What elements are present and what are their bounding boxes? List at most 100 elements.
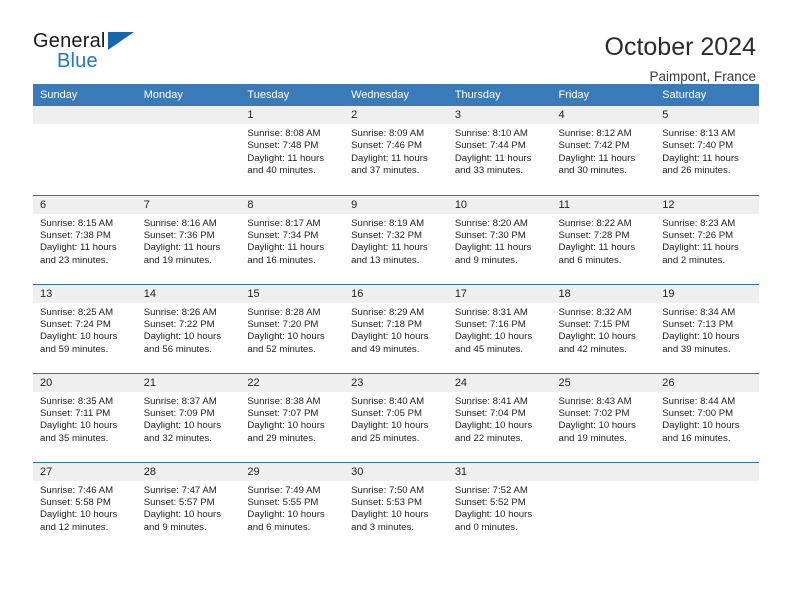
- calendar-day-cell[interactable]: 20 Sunrise: 8:35 AM Sunset: 7:11 PM Dayligh…: [33, 372, 137, 462]
- sunset-time: Sunset: 7:30 PM: [454, 229, 526, 241]
- daylight-duration-line2: and 23 minutes.: [40, 254, 109, 266]
- calendar-day-cell[interactable]: 5 Sunrise: 8:13 AM Sunset: 7:40 PM Daylight…: [655, 106, 759, 195]
- day-number: 26: [655, 373, 759, 392]
- calendar-day-cell[interactable]: 9 Sunrise: 8:19 AM Sunset: 7:32 PM Daylight…: [344, 194, 448, 284]
- calendar-day-cell[interactable]: 27 Sunrise: 7:46 AM Sunset: 5:58 PM Dayligh…: [33, 461, 137, 551]
- calendar-day-cell[interactable]: 15 Sunrise: 8:28 AM Sunset: 7:20 PM Dayligh…: [240, 283, 345, 373]
- calendar-day-cell[interactable]: 10 Sunrise: 8:20 AM Sunset: 7:30 PM Dayligh…: [447, 194, 552, 284]
- day-number: 17: [447, 284, 552, 303]
- day-number: 4: [551, 106, 656, 124]
- daylight-duration-line2: and 6 minutes.: [247, 521, 311, 533]
- calendar-day-cell[interactable]: 24 Sunrise: 8:41 AM Sunset: 7:04 PM Dayligh…: [447, 372, 552, 462]
- daylight-duration-line2: and 13 minutes.: [351, 254, 420, 266]
- weekday-header-row: Sunday Monday Tuesday Wednesday Thursday…: [33, 84, 759, 106]
- calendar-day-cell[interactable]: 22 Sunrise: 8:38 AM Sunset: 7:07 PM Dayligh…: [240, 372, 345, 462]
- day-details: Sunrise: 8:26 AM Sunset: 7:22 PM Daylight:…: [137, 303, 241, 357]
- sunrise-time: Sunrise: 8:23 AM: [662, 217, 736, 229]
- calendar-day-cell[interactable]: 21 Sunrise: 8:37 AM Sunset: 7:09 PM Dayligh…: [136, 372, 241, 462]
- calendar-day-cell[interactable]: 14 Sunrise: 8:26 AM Sunset: 7:22 PM Dayligh…: [136, 283, 241, 373]
- daylight-duration-line2: and 33 minutes.: [454, 165, 524, 177]
- daylight-duration-line1: Daylight: 10 hours: [143, 331, 222, 343]
- calendar-day-cell[interactable]: 23 Sunrise: 8:40 AM Sunset: 7:05 PM Dayligh…: [344, 372, 448, 462]
- daylight-duration-line2: and 19 minutes.: [143, 254, 212, 266]
- day-details: Sunrise: 8:22 AM Sunset: 7:28 PM Daylight:…: [552, 214, 656, 268]
- daylight-duration-line2: and 3 minutes.: [351, 521, 415, 533]
- daylight-duration-line2: and 25 minutes.: [351, 432, 420, 444]
- daylight-duration-line1: Daylight: 11 hours: [351, 242, 428, 254]
- sunrise-time: Sunrise: 7:47 AM: [143, 484, 217, 496]
- calendar-day-cell[interactable]: 4 Sunrise: 8:12 AM Sunset: 7:42 PM Daylight…: [551, 106, 656, 195]
- daylight-duration-line1: Daylight: 10 hours: [247, 420, 325, 432]
- day-number: 12: [655, 195, 759, 214]
- calendar-cell-empty: [136, 106, 241, 195]
- day-details: Sunrise: 8:29 AM Sunset: 7:18 PM Daylight:…: [344, 303, 448, 357]
- calendar-cell-empty: [655, 461, 759, 551]
- daylight-duration-line2: and 6 minutes.: [558, 254, 622, 266]
- sunrise-time: Sunrise: 8:12 AM: [558, 128, 632, 139]
- calendar-day-cell[interactable]: 18 Sunrise: 8:32 AM Sunset: 7:15 PM Dayligh…: [551, 283, 656, 373]
- day-number: [655, 462, 759, 481]
- sunset-time: Sunset: 7:09 PM: [143, 407, 215, 419]
- day-details: Sunrise: 8:15 AM Sunset: 7:38 PM Daylight:…: [33, 214, 137, 268]
- daylight-duration-line1: Daylight: 10 hours: [454, 509, 533, 521]
- sunrise-time: Sunrise: 8:20 AM: [454, 217, 528, 229]
- daylight-duration-line1: Daylight: 11 hours: [558, 152, 636, 164]
- sunset-time: Sunset: 7:44 PM: [454, 140, 526, 152]
- calendar-day-cell[interactable]: 8 Sunrise: 8:17 AM Sunset: 7:34 PM Daylight…: [240, 194, 345, 284]
- sunrise-time: Sunrise: 7:50 AM: [351, 484, 425, 496]
- day-number: 16: [344, 284, 448, 303]
- daylight-duration-line1: Daylight: 10 hours: [558, 331, 636, 343]
- sunrise-time: Sunrise: 8:32 AM: [558, 306, 632, 318]
- day-number: 30: [344, 462, 448, 481]
- calendar-day-cell[interactable]: 11 Sunrise: 8:22 AM Sunset: 7:28 PM Dayligh…: [551, 194, 656, 284]
- calendar-day-cell[interactable]: 13 Sunrise: 8:25 AM Sunset: 7:24 PM Dayligh…: [33, 283, 137, 373]
- day-number: 27: [33, 462, 137, 481]
- calendar-day-cell[interactable]: 16 Sunrise: 8:29 AM Sunset: 7:18 PM Dayligh…: [344, 283, 448, 373]
- calendar-day-cell[interactable]: 12 Sunrise: 8:23 AM Sunset: 7:26 PM Dayligh…: [655, 194, 759, 284]
- calendar-day-cell[interactable]: 6 Sunrise: 8:15 AM Sunset: 7:38 PM Daylight…: [33, 194, 137, 284]
- daylight-duration-line1: Daylight: 10 hours: [454, 331, 533, 343]
- sunrise-time: Sunrise: 8:31 AM: [454, 306, 528, 318]
- daylight-duration-line1: Daylight: 11 hours: [558, 242, 636, 254]
- sunset-time: Sunset: 7:05 PM: [351, 407, 423, 419]
- calendar-day-cell[interactable]: 31 Sunrise: 7:52 AM Sunset: 5:52 PM Dayligh…: [447, 461, 552, 551]
- sunset-time: Sunset: 7:32 PM: [351, 229, 423, 241]
- calendar-day-cell[interactable]: 19 Sunrise: 8:34 AM Sunset: 7:13 PM Dayligh…: [655, 283, 759, 373]
- calendar-day-cell[interactable]: 17 Sunrise: 8:31 AM Sunset: 7:16 PM Dayligh…: [447, 283, 552, 373]
- daylight-duration-line2: and 29 minutes.: [247, 432, 316, 444]
- generalblue-logo[interactable]: General Blue: [33, 30, 151, 78]
- sunset-time: Sunset: 7:16 PM: [454, 318, 526, 330]
- calendar-week-row: 6 Sunrise: 8:15 AM Sunset: 7:38 PM Daylight…: [33, 194, 759, 284]
- day-number: 20: [33, 373, 137, 392]
- calendar-day-cell[interactable]: 25 Sunrise: 8:43 AM Sunset: 7:02 PM Dayligh…: [551, 372, 656, 462]
- sunrise-time: Sunrise: 8:09 AM: [351, 128, 425, 139]
- daylight-duration-line2: and 56 minutes.: [143, 343, 212, 355]
- day-details: Sunrise: 8:41 AM Sunset: 7:04 PM Daylight:…: [448, 392, 552, 446]
- calendar-day-cell[interactable]: 1 Sunrise: 8:08 AM Sunset: 7:48 PM Daylight…: [240, 106, 345, 195]
- day-number: [551, 462, 656, 481]
- daylight-duration-line1: Daylight: 10 hours: [143, 509, 222, 521]
- calendar-day-cell[interactable]: 28 Sunrise: 7:47 AM Sunset: 5:57 PM Dayligh…: [136, 461, 241, 551]
- day-details: Sunrise: 8:38 AM Sunset: 7:07 PM Daylight:…: [240, 392, 344, 446]
- day-details: Sunrise: 8:19 AM Sunset: 7:32 PM Daylight:…: [344, 214, 448, 268]
- logo-text-blue: Blue: [57, 50, 98, 72]
- day-number: 25: [551, 373, 656, 392]
- day-details: Sunrise: 8:40 AM Sunset: 7:05 PM Daylight:…: [344, 392, 448, 446]
- weekday-header-tuesday: Tuesday: [240, 84, 345, 106]
- day-number: 31: [447, 462, 552, 481]
- day-details: Sunrise: 8:37 AM Sunset: 7:09 PM Daylight:…: [137, 392, 241, 446]
- day-number: [136, 106, 241, 124]
- sunrise-time: Sunrise: 8:25 AM: [40, 306, 114, 318]
- calendar-day-cell[interactable]: 3 Sunrise: 8:10 AM Sunset: 7:44 PM Daylight…: [447, 106, 552, 195]
- day-details: Sunrise: 8:09 AM Sunset: 7:46 PM Daylight:…: [344, 124, 448, 178]
- day-details: Sunrise: 7:49 AM Sunset: 5:55 PM Daylight:…: [240, 481, 344, 535]
- sunrise-time: Sunrise: 8:15 AM: [40, 217, 114, 229]
- daylight-duration-line2: and 37 minutes.: [351, 165, 420, 177]
- calendar-day-cell[interactable]: 2 Sunrise: 8:09 AM Sunset: 7:46 PM Daylight…: [344, 106, 448, 195]
- daylight-duration-line2: and 2 minutes.: [662, 254, 726, 266]
- calendar-day-cell[interactable]: 7 Sunrise: 8:16 AM Sunset: 7:36 PM Daylight…: [136, 194, 241, 284]
- calendar-day-cell[interactable]: 26 Sunrise: 8:44 AM Sunset: 7:00 PM Dayligh…: [655, 372, 759, 462]
- calendar-day-cell[interactable]: 30 Sunrise: 7:50 AM Sunset: 5:53 PM Dayligh…: [344, 461, 448, 551]
- day-number: 28: [136, 462, 241, 481]
- calendar-day-cell[interactable]: 29 Sunrise: 7:49 AM Sunset: 5:55 PM Dayligh…: [240, 461, 345, 551]
